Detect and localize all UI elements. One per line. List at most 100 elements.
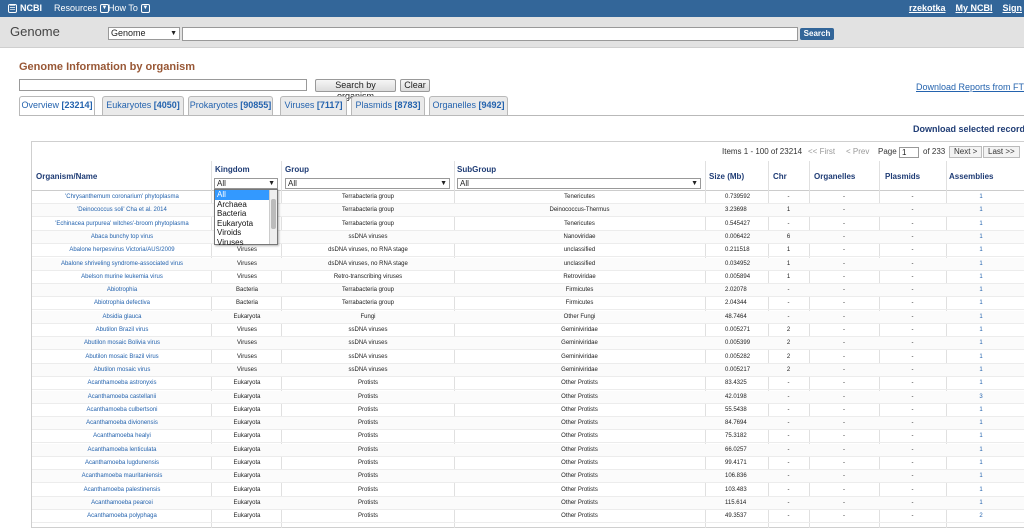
organism-cell[interactable]: Abelson murine leukemia virus: [32, 271, 212, 284]
organism-cell[interactable]: Abalone shriveling syndrome-associated v…: [32, 258, 212, 271]
assemblies-cell[interactable]: 1: [946, 271, 1016, 284]
organism-search-input[interactable]: [19, 79, 307, 91]
organism-cell[interactable]: 'Echinacea purpurea' witches'-broom phyt…: [32, 218, 212, 231]
organism-cell[interactable]: Abiotrophia defectiva: [32, 297, 212, 310]
assemblies-cell[interactable]: 1: [946, 218, 1016, 231]
organism-cell[interactable]: Acanthamoeba polyphaga: [32, 510, 212, 523]
next-page-button[interactable]: Next >: [949, 146, 983, 158]
assemblies-cell[interactable]: 1: [946, 311, 1016, 324]
assemblies-cell[interactable]: 3: [946, 391, 1016, 404]
organism-cell[interactable]: Abutilon Brazil virus: [32, 324, 212, 337]
organism-cell[interactable]: Abutilon mosaic virus: [32, 364, 212, 377]
table-row: Absidia glauca Eukaryota Fungi Other Fungi 4…: [32, 310, 1024, 324]
organism-cell[interactable]: Acanthamoeba culbertsoni: [32, 404, 212, 417]
assemblies-cell[interactable]: 1: [946, 404, 1016, 417]
organism-cell[interactable]: Abaca bunchy top virus: [32, 231, 212, 244]
sign-out-link[interactable]: Sign: [1003, 3, 1023, 13]
organism-cell[interactable]: Abutilon mosaic Brazil virus: [32, 351, 212, 364]
organism-cell[interactable]: 'Deinococcus soli' Cha et al. 2014: [32, 204, 212, 217]
dropdown-option[interactable]: Eukaryota: [215, 219, 277, 229]
group-filter-select[interactable]: All ▼: [285, 178, 450, 189]
tab-plasmids[interactable]: Plasmids [8783]: [351, 96, 425, 115]
assemblies-cell[interactable]: 1: [946, 324, 1016, 337]
assemblies-cell[interactable]: 1: [946, 191, 1016, 204]
tab-prokaryotes[interactable]: Prokaryotes [90855]: [188, 96, 273, 115]
assemblies-cell[interactable]: 2: [946, 510, 1016, 523]
dropdown-option[interactable]: Viruses: [215, 238, 277, 248]
assemblies-cell[interactable]: 1: [946, 430, 1016, 443]
dropdown-scrollbar[interactable]: [269, 190, 277, 244]
organism-cell[interactable]: Acanthamoeba lugdunensis: [32, 457, 212, 470]
prev-page-link[interactable]: < Prev: [846, 147, 869, 156]
resources-menu[interactable]: Resources ▼: [54, 3, 110, 13]
dropdown-option[interactable]: Bacteria: [215, 209, 277, 219]
download-ftp-link[interactable]: Download Reports from FTP s: [916, 82, 1024, 92]
assemblies-cell[interactable]: 1: [946, 337, 1016, 350]
assemblies-cell[interactable]: 1: [946, 258, 1016, 271]
assemblies-cell[interactable]: 1: [946, 297, 1016, 310]
assemblies-cell[interactable]: 1: [946, 417, 1016, 430]
tab-viruses[interactable]: Viruses [7117]: [280, 96, 347, 115]
col-subgroup[interactable]: SubGroup: [457, 165, 496, 174]
scrollbar-thumb[interactable]: [271, 199, 276, 229]
tab-eukaryotes[interactable]: Eukaryotes [4050]: [102, 96, 184, 115]
assemblies-cell[interactable]: 1: [946, 497, 1016, 510]
organism-cell[interactable]: Absidia glauca: [32, 311, 212, 324]
organism-cell[interactable]: Acanthamoeba mauritaniensis: [32, 470, 212, 483]
col-organism[interactable]: Organism/Name: [36, 172, 97, 181]
download-selected-link[interactable]: Download selected records: [913, 124, 1024, 134]
username-link[interactable]: rzekotka: [909, 3, 946, 13]
size-cell: 0.005282: [725, 353, 751, 360]
assemblies-cell[interactable]: 1: [946, 244, 1016, 257]
assemblies-cell[interactable]: 1: [946, 351, 1016, 364]
assemblies-cell[interactable]: 1: [946, 470, 1016, 483]
assemblies-cell[interactable]: 1: [946, 204, 1016, 217]
col-organelles[interactable]: Organelles: [814, 172, 855, 181]
col-group[interactable]: Group: [285, 165, 309, 174]
organism-cell[interactable]: Abiotrophia: [32, 284, 212, 297]
ncbi-logo[interactable]: ☰ NCBI: [8, 3, 42, 13]
organism-cell[interactable]: Acanthamoeba pearcei: [32, 497, 212, 510]
search-button[interactable]: Search: [800, 28, 834, 40]
organism-cell[interactable]: Abalone herpesvirus Victoria/AUS/2009: [32, 244, 212, 257]
organism-cell[interactable]: Acanthamoeba astronyxis: [32, 377, 212, 390]
dropdown-option[interactable]: All: [215, 190, 277, 200]
assemblies-cell[interactable]: 1: [946, 377, 1016, 390]
organism-cell[interactable]: Acanthamoeba lenticulata: [32, 444, 212, 457]
organism-cell[interactable]: Acanthamoeba healyi: [32, 430, 212, 443]
col-assemblies[interactable]: Assemblies: [949, 172, 993, 181]
last-page-button[interactable]: Last >>: [983, 146, 1020, 158]
organelles-cell: -: [843, 247, 845, 254]
organism-cell[interactable]: Acanthamoeba castellanii: [32, 391, 212, 404]
page-number-input[interactable]: 1: [899, 147, 919, 158]
col-plasmids[interactable]: Plasmids: [885, 172, 920, 181]
col-kingdom[interactable]: Kingdom: [215, 165, 250, 174]
first-page-link[interactable]: << First: [808, 147, 835, 156]
kingdom-filter-select[interactable]: All ▼: [214, 178, 278, 189]
size-cell: 83.4325: [725, 380, 747, 387]
database-select[interactable]: Genome ▼: [108, 27, 180, 40]
assemblies-cell[interactable]: 1: [946, 457, 1016, 470]
assemblies-cell[interactable]: 1: [946, 231, 1016, 244]
tab-organelles[interactable]: Organelles [9492]: [429, 96, 508, 115]
search-by-organism-button[interactable]: Search by organism: [315, 79, 396, 101]
organism-cell[interactable]: Acanthamoeba divionensis: [32, 417, 212, 430]
search-input[interactable]: [182, 27, 798, 41]
dropdown-option[interactable]: Viroids: [215, 228, 277, 238]
tab-count: [9492]: [478, 100, 505, 110]
tab-overview[interactable]: Overview [23214]: [19, 96, 95, 116]
howto-menu[interactable]: How To ▼: [108, 3, 150, 13]
clear-button[interactable]: Clear: [400, 79, 430, 92]
col-chr[interactable]: Chr: [773, 172, 787, 181]
col-size[interactable]: Size (Mb): [709, 172, 744, 181]
organism-cell[interactable]: 'Chrysanthemum coronarium' phytoplasma: [32, 191, 212, 204]
assemblies-cell[interactable]: 1: [946, 364, 1016, 377]
assemblies-cell[interactable]: 1: [946, 284, 1016, 297]
subgroup-filter-select[interactable]: All ▼: [457, 178, 701, 189]
assemblies-cell[interactable]: 1: [946, 484, 1016, 497]
organism-cell[interactable]: Acanthamoeba palestinensis: [32, 484, 212, 497]
dropdown-option[interactable]: Archaea: [215, 200, 277, 210]
assemblies-cell[interactable]: 1: [946, 444, 1016, 457]
my-ncbi-link[interactable]: My NCBI: [955, 3, 992, 13]
organism-cell[interactable]: Abutilon mosaic Bolivia virus: [32, 337, 212, 350]
